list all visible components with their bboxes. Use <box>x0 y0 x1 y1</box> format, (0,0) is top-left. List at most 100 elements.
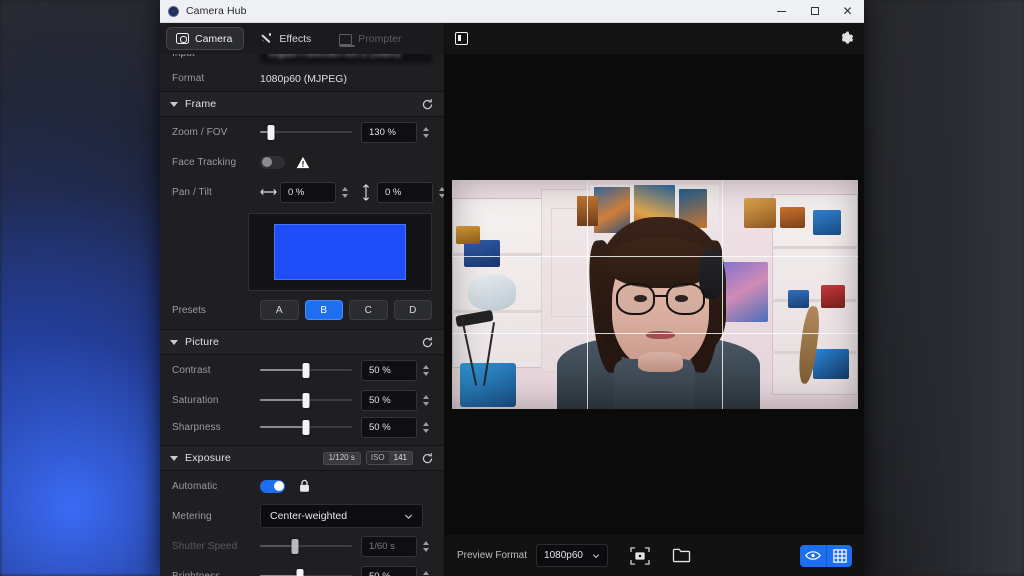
shutter-speed-slider[interactable] <box>260 538 352 554</box>
stepper-down-icon[interactable] <box>422 133 429 138</box>
stepper-down-icon[interactable] <box>341 193 348 198</box>
tab-camera-label: Camera <box>195 32 233 45</box>
sharpness-slider-knob[interactable] <box>302 419 310 435</box>
preview-format-dropdown[interactable]: 1080p60 <box>536 544 609 567</box>
zoom-fov-value[interactable]: 130 % <box>361 121 417 143</box>
frame-section-header[interactable]: Frame <box>160 92 444 117</box>
preset-button-c[interactable]: C <box>349 300 388 320</box>
lock-icon[interactable] <box>298 479 311 493</box>
brightness-stepper[interactable] <box>419 566 432 576</box>
contrast-stepper[interactable] <box>419 360 432 381</box>
contrast-label: Contrast <box>172 364 211 376</box>
sharpness-value[interactable]: 50 % <box>361 416 417 438</box>
prompter-icon <box>338 33 355 47</box>
framing-preview[interactable] <box>248 213 432 291</box>
brightness-slider[interactable] <box>260 568 352 576</box>
maximize-button[interactable] <box>798 0 831 22</box>
exposure-section: Exposure 1/120 s ISO 141 Automatic Meter… <box>160 446 444 576</box>
grid-icon[interactable] <box>826 544 852 567</box>
stepper-down-icon[interactable] <box>422 371 429 376</box>
chevron-down-icon <box>592 552 600 560</box>
warning-icon[interactable] <box>296 156 310 169</box>
contrast-slider-fill <box>260 368 306 372</box>
tilt-value[interactable]: 0 % <box>377 181 433 203</box>
tilt-stepper[interactable] <box>435 182 444 203</box>
contrast-slider-knob[interactable] <box>302 362 310 378</box>
zoom-fov-label: Zoom / FOV <box>172 126 228 138</box>
stepper-up-icon[interactable] <box>422 364 429 369</box>
maximize-icon <box>810 7 819 15</box>
preview-header <box>445 23 864 54</box>
stepper-up-icon[interactable] <box>422 570 429 575</box>
automatic-toggle[interactable] <box>260 479 285 493</box>
snapshot-camera-icon[interactable] <box>630 546 650 565</box>
format-row[interactable]: Format 1080p60 (MJPEG) <box>160 66 444 91</box>
exposure-section-title: Exposure <box>185 452 231 464</box>
sidebar-toggle-icon[interactable] <box>455 32 468 45</box>
preview-stage <box>445 54 864 535</box>
stepper-up-icon[interactable] <box>422 421 429 426</box>
tab-prompter[interactable]: Prompter <box>329 27 413 50</box>
window-body: Camera Effects Prompter Input <box>160 23 864 576</box>
shutter-speed-stepper[interactable] <box>419 536 432 557</box>
grid-overlay-line <box>451 332 858 334</box>
shutter-speed-slider-knob[interactable] <box>291 538 299 554</box>
picture-reset-icon[interactable] <box>421 336 434 349</box>
saturation-slider[interactable] <box>260 392 352 408</box>
stepper-up-icon[interactable] <box>438 186 444 191</box>
framing-crop-rect[interactable] <box>274 223 406 281</box>
desktop-wallpaper-glow <box>854 0 1024 576</box>
zoom-slider-knob[interactable] <box>267 124 275 140</box>
stepper-up-icon[interactable] <box>422 126 429 131</box>
tab-camera[interactable]: Camera <box>166 27 245 50</box>
exposure-reset-icon[interactable] <box>421 452 434 465</box>
settings-scroll-pane[interactable]: Input Elgato Facecam MK.2 (video) Format… <box>160 54 444 576</box>
brightness-slider-knob[interactable] <box>296 568 304 576</box>
stepper-down-icon[interactable] <box>438 193 444 198</box>
zoom-fov-slider[interactable] <box>260 124 352 140</box>
zoom-fov-stepper[interactable] <box>419 122 432 143</box>
eye-icon[interactable] <box>800 544 826 567</box>
tab-effects-label: Effects <box>279 32 312 45</box>
stepper-up-icon[interactable] <box>422 540 429 545</box>
stepper-down-icon[interactable] <box>422 547 429 552</box>
stepper-up-icon[interactable] <box>422 394 429 399</box>
automatic-toggle-knob <box>273 481 284 491</box>
sharpness-stepper[interactable] <box>419 417 432 438</box>
tab-effects[interactable]: Effects <box>250 27 323 50</box>
preset-button-d[interactable]: D <box>393 300 432 320</box>
stepper-up-icon[interactable] <box>341 186 348 191</box>
gear-icon[interactable] <box>839 31 854 46</box>
close-button[interactable]: ✕ <box>831 0 864 22</box>
face-tracking-toggle[interactable] <box>260 155 285 169</box>
brightness-value[interactable]: 50 % <box>361 565 417 576</box>
metering-dropdown[interactable]: Center-weighted <box>260 504 423 528</box>
input-row[interactable]: Input Elgato Facecam MK.2 (video) <box>160 54 444 66</box>
shutter-speed-value[interactable]: 1/60 s <box>361 535 417 557</box>
contrast-row: Contrast 50 % <box>160 355 444 385</box>
pan-value[interactable]: 0 % <box>280 181 336 203</box>
window-titlebar[interactable]: Camera Hub ✕ <box>160 0 864 23</box>
device-section: Input Elgato Facecam MK.2 (video) Format… <box>160 54 444 92</box>
saturation-value[interactable]: 50 % <box>361 389 417 411</box>
folder-icon[interactable] <box>672 547 692 565</box>
frame-reset-icon[interactable] <box>421 98 434 111</box>
contrast-slider[interactable] <box>260 362 352 378</box>
saturation-stepper[interactable] <box>419 390 432 411</box>
stepper-down-icon[interactable] <box>422 401 429 406</box>
exposure-section-header[interactable]: Exposure 1/120 s ISO 141 <box>160 446 444 471</box>
pan-stepper[interactable] <box>338 182 351 203</box>
preview-person-hand <box>638 351 683 373</box>
main-tabbar: Camera Effects Prompter <box>160 23 444 54</box>
stepper-down-icon[interactable] <box>422 428 429 433</box>
preview-decor-item <box>820 285 846 309</box>
preset-button-b[interactable]: B <box>304 300 343 320</box>
preset-button-a[interactable]: A <box>260 300 299 320</box>
contrast-value[interactable]: 50 % <box>361 359 417 381</box>
camera-preview-video[interactable] <box>451 180 858 409</box>
minimize-button[interactable] <box>765 0 798 22</box>
sharpness-slider[interactable] <box>260 419 352 435</box>
face-tracking-row: Face Tracking <box>160 147 444 177</box>
saturation-slider-knob[interactable] <box>302 392 310 408</box>
picture-section-header[interactable]: Picture <box>160 330 444 355</box>
